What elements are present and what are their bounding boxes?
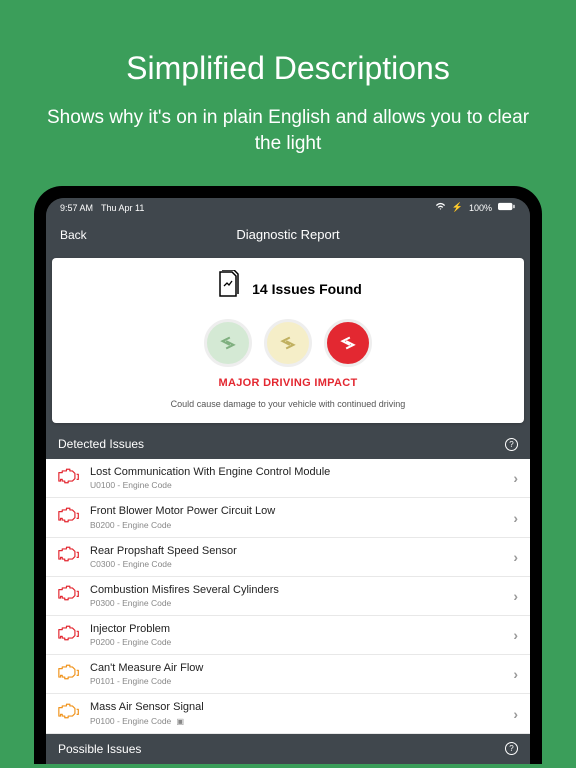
wifi-icon [435, 202, 446, 213]
chevron-right-icon: › [513, 666, 518, 682]
promo-title: Simplified Descriptions [40, 50, 536, 87]
battery-percent: 100% [469, 203, 492, 213]
issue-row[interactable]: Rear Propshaft Speed Sensor C0300 - Engi… [46, 538, 530, 577]
issue-row[interactable]: Injector Problem P0200 - Engine Code › [46, 616, 530, 655]
chevron-right-icon: › [513, 627, 518, 643]
chevron-right-icon: › [513, 510, 518, 526]
severity-high-icon [324, 319, 372, 367]
issue-title: Injector Problem [90, 623, 513, 636]
engine-icon [58, 625, 90, 646]
issue-row[interactable]: Front Blower Motor Power Circuit Low B02… [46, 498, 530, 537]
issue-title: Can't Measure Air Flow [90, 662, 513, 675]
chevron-right-icon: › [513, 706, 518, 722]
badge-icon: ▣ [174, 717, 184, 726]
severity-low-icon [204, 319, 252, 367]
issue-body: Front Blower Motor Power Circuit Low B02… [90, 505, 513, 529]
section-title: Possible Issues [58, 742, 141, 756]
severity-medium-icon [264, 319, 312, 367]
issue-code: P0101 - Engine Code [90, 676, 513, 686]
issue-body: Rear Propshaft Speed Sensor C0300 - Engi… [90, 545, 513, 569]
issue-row[interactable]: Can't Measure Air Flow P0101 - Engine Co… [46, 655, 530, 694]
issue-code: P0300 - Engine Code [90, 598, 513, 608]
issue-code: B0200 - Engine Code [90, 520, 513, 530]
engine-icon [58, 703, 90, 724]
summary-title: 14 Issues Found [252, 281, 362, 297]
section-title: Detected Issues [58, 437, 144, 451]
status-bar: 9:57 AM Thu Apr 11 ⚡ 100% [46, 198, 530, 217]
help-icon[interactable]: ? [505, 438, 518, 451]
promo-banner: Simplified Descriptions Shows why it's o… [0, 0, 576, 186]
issue-title: Mass Air Sensor Signal [90, 701, 513, 714]
charge-icon: ⚡ [452, 202, 463, 213]
engine-icon [58, 585, 90, 606]
issue-code: U0100 - Engine Code [90, 480, 513, 490]
chevron-right-icon: › [513, 470, 518, 486]
issue-title: Rear Propshaft Speed Sensor [90, 545, 513, 558]
back-button[interactable]: Back [60, 228, 87, 242]
promo-subtitle: Shows why it's on in plain English and a… [40, 105, 536, 156]
impact-label: MAJOR DRIVING IMPACT [68, 377, 508, 389]
status-date: Thu Apr 11 [101, 203, 144, 213]
device-frame: 9:57 AM Thu Apr 11 ⚡ 100% Back Diagnosti… [34, 186, 542, 763]
chevron-right-icon: › [513, 588, 518, 604]
nav-bar: Back Diagnostic Report [46, 217, 530, 252]
battery-icon [498, 202, 516, 213]
issue-code: C0300 - Engine Code [90, 559, 513, 569]
summary-card: 14 Issues Found MAJOR DRIVING IMPACT Cou… [52, 258, 524, 423]
screen: 9:57 AM Thu Apr 11 ⚡ 100% Back Diagnosti… [46, 198, 530, 763]
document-icon [214, 270, 242, 307]
engine-icon [58, 664, 90, 685]
issue-title: Front Blower Motor Power Circuit Low [90, 505, 513, 518]
detected-issues-header: Detected Issues ? [46, 429, 530, 459]
issue-title: Combustion Misfires Several Cylinders [90, 584, 513, 597]
issue-row[interactable]: Mass Air Sensor Signal P0100 - Engine Co… [46, 694, 530, 733]
engine-icon [58, 507, 90, 528]
page-title: Diagnostic Report [236, 227, 339, 242]
issue-title: Lost Communication With Engine Control M… [90, 466, 513, 479]
status-time: 9:57 AM [60, 203, 93, 213]
issue-body: Lost Communication With Engine Control M… [90, 466, 513, 490]
issue-body: Mass Air Sensor Signal P0100 - Engine Co… [90, 701, 513, 725]
issue-body: Injector Problem P0200 - Engine Code [90, 623, 513, 647]
issue-body: Can't Measure Air Flow P0101 - Engine Co… [90, 662, 513, 686]
issue-row[interactable]: Lost Communication With Engine Control M… [46, 459, 530, 498]
help-icon[interactable]: ? [505, 742, 518, 755]
issue-code: P0200 - Engine Code [90, 637, 513, 647]
issue-code: P0100 - Engine Code ▣ [90, 716, 513, 726]
issue-list: Lost Communication With Engine Control M… [46, 459, 530, 733]
issue-body: Combustion Misfires Several Cylinders P0… [90, 584, 513, 608]
possible-issues-header: Possible Issues ? [46, 734, 530, 764]
severity-indicators [68, 319, 508, 367]
engine-icon [58, 468, 90, 489]
issue-row[interactable]: Combustion Misfires Several Cylinders P0… [46, 577, 530, 616]
engine-icon [58, 546, 90, 567]
impact-description: Could cause damage to your vehicle with … [68, 399, 508, 409]
chevron-right-icon: › [513, 549, 518, 565]
